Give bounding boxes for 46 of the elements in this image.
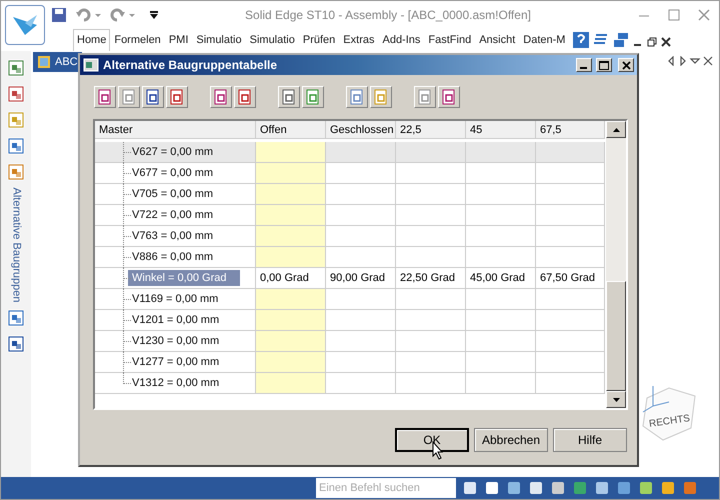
document-tab-label: ABC — [55, 56, 78, 68]
cell-text: V627 = 0,00 mm — [131, 145, 214, 160]
table-cell[interactable]: V1201 = 0,00 mm — [95, 310, 256, 331]
column-header[interactable]: Geschlossen — [326, 121, 396, 139]
cell-text: V677 = 0,00 mm — [131, 166, 214, 181]
table-cell[interactable]: V705 = 0,00 mm — [95, 184, 256, 205]
dialog-button[interactable]: Abbrechen — [474, 428, 548, 452]
table-cell[interactable]: V886 = 0,00 mm — [95, 247, 256, 268]
dialog-button[interactable]: OK — [395, 428, 469, 452]
column-header[interactable]: 22,5 — [396, 121, 466, 139]
table-cell: 45,00 Grad — [466, 268, 536, 289]
cell-text: V1312 = 0,00 mm — [131, 376, 220, 391]
cell-text: V886 = 0,00 mm — [131, 250, 214, 265]
side-panel-tab[interactable]: Alternative Baugruppen — [10, 188, 22, 302]
table-cell[interactable]: V677 = 0,00 mm — [95, 163, 256, 184]
window-title: Solid Edge ST10 - Assembly - [ABC_0000.asm!Offen] — [244, 8, 532, 22]
column-header[interactable]: Master — [95, 121, 256, 139]
dialog-title: Alternative Baugruppentabelle — [103, 58, 278, 72]
table-cell[interactable]: V1277 = 0,00 mm — [95, 352, 256, 373]
cell-text: V1201 = 0,00 mm — [131, 313, 220, 328]
table-cell[interactable]: V722 = 0,00 mm — [95, 205, 256, 226]
table-cell: 0,00 Grad — [256, 268, 326, 289]
cell-text: V1277 = 0,00 mm — [131, 355, 220, 370]
cell-text: V722 = 0,00 mm — [131, 208, 214, 223]
cell-text: V705 = 0,00 mm — [131, 187, 214, 202]
document-tab[interactable]: ABC — [33, 52, 82, 72]
table-cell[interactable]: V627 = 0,00 mm — [95, 142, 256, 163]
view-cube-label: RECHTS — [648, 413, 691, 430]
table-cell[interactable]: V1312 = 0,00 mm — [95, 373, 256, 394]
command-search-field[interactable]: Einen Befehl suchen — [316, 478, 456, 498]
column-header[interactable]: 67,5 — [536, 121, 605, 139]
dialog-button[interactable]: Hilfe — [553, 428, 627, 452]
cell-text: V763 = 0,00 mm — [131, 229, 214, 244]
column-header[interactable]: 45 — [466, 121, 536, 139]
table-cell[interactable]: V763 = 0,00 mm — [95, 226, 256, 247]
column-header[interactable]: Offen — [256, 121, 326, 139]
ribbon-tab[interactable]: Home — [73, 29, 110, 51]
cell-text: Winkel = 0,00 Grad — [127, 269, 242, 287]
table-cell: 90,00 Grad — [326, 268, 396, 289]
table-cell: 22,50 Grad — [396, 268, 466, 289]
view-cube[interactable]: RECHTS — [639, 384, 697, 442]
cell-text: V1169 = 0,00 mm — [131, 292, 220, 307]
table-cell: 67,50 Grad — [536, 268, 605, 289]
cell-text: V1230 = 0,00 mm — [131, 334, 220, 349]
table-cell[interactable]: V1169 = 0,00 mm — [95, 289, 256, 310]
table-cell[interactable]: V1230 = 0,00 mm — [95, 331, 256, 352]
